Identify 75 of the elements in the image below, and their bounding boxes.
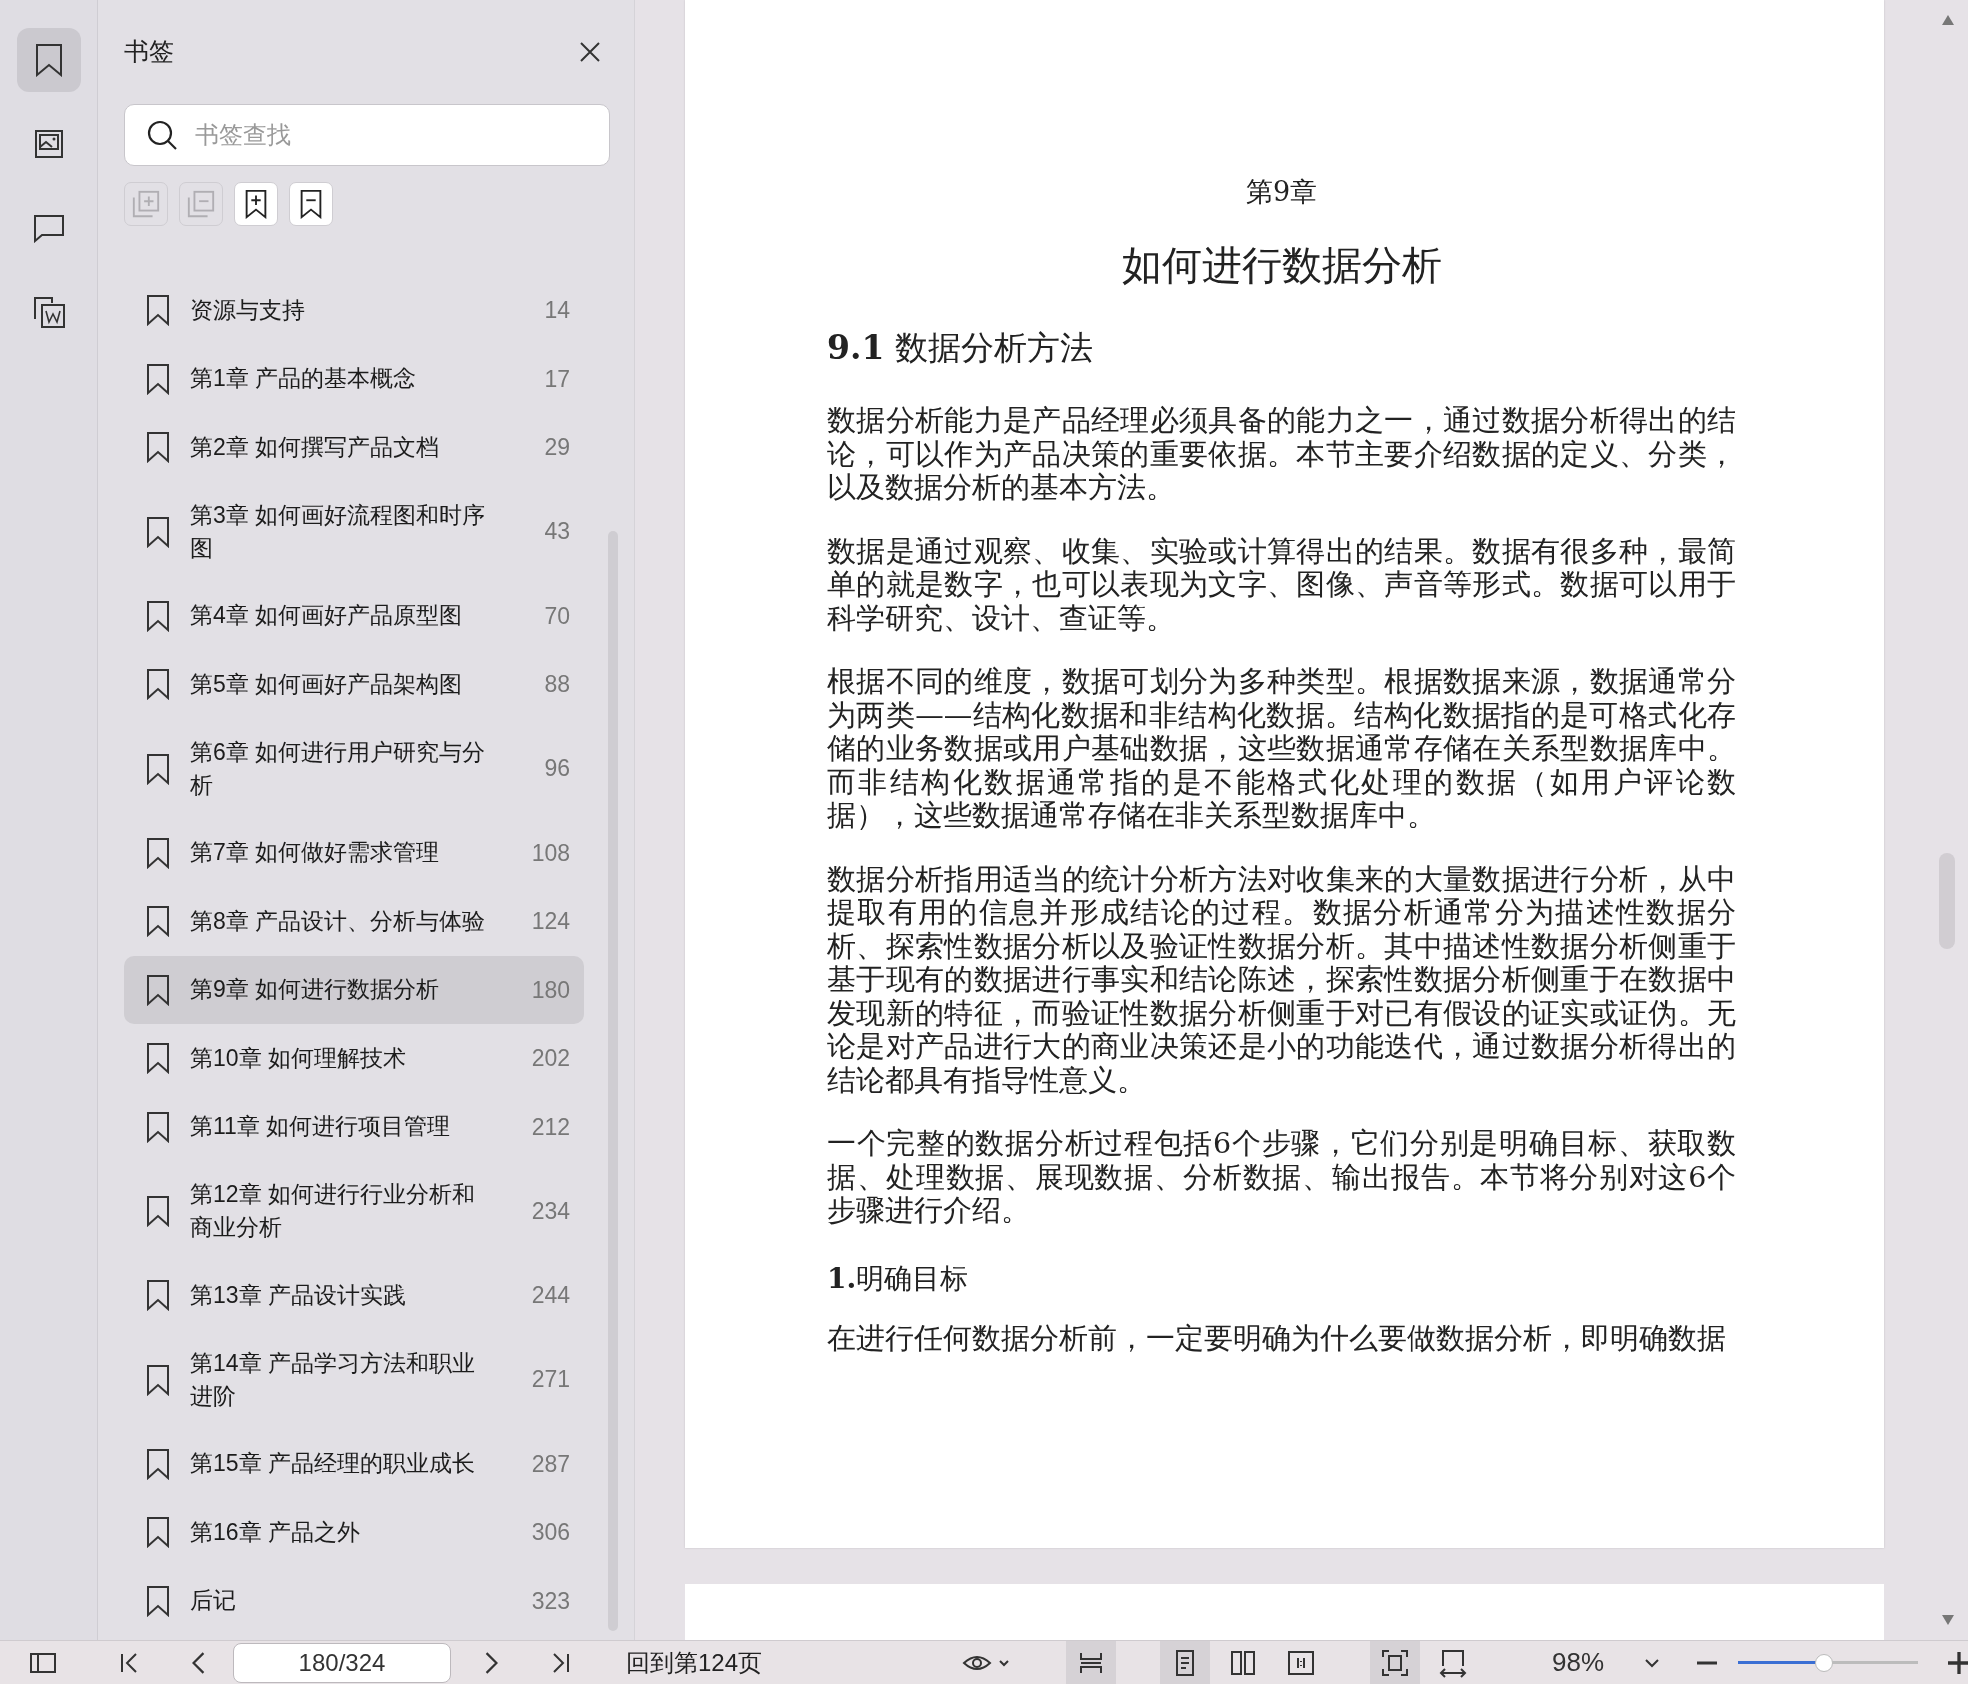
- bookmark-icon: [146, 1584, 170, 1617]
- bookmark-item[interactable]: 第4章 如何画好产品原型图 70: [124, 581, 584, 650]
- bookmark-icon: [146, 1279, 170, 1312]
- bookmark-icon: [146, 294, 170, 327]
- remove-bookmark-button[interactable]: [289, 182, 333, 226]
- bookmark-icon: [146, 1447, 170, 1480]
- bookmark-item[interactable]: 第14章 产品学习方法和职业进阶 271: [124, 1329, 584, 1430]
- bookmark-icon: [146, 973, 170, 1006]
- bookmark-item[interactable]: 第10章 如何理解技术 202: [124, 1024, 584, 1093]
- bookmark-item[interactable]: 第8章 产品设计、分析与体验 124: [124, 887, 584, 956]
- bookmark-icon: [146, 1110, 170, 1143]
- bookmark-item[interactable]: 第13章 产品设计实践 244: [124, 1261, 584, 1330]
- bookmark-item[interactable]: 第7章 如何做好需求管理 108: [124, 818, 584, 887]
- close-icon: [578, 40, 602, 64]
- body-paragraph: 一个完整的数据分析过程包括6个步骤，它们分别是明确目标、获取数据、处理数据、展现数据、分析数据、输出报告。本节将分别对这6个步骤进行介绍。: [827, 1127, 1736, 1228]
- body-paragraph: 根据不同的维度，数据可划分为多种类型。根据数据来源，数据通常分为两类——结构化数据和非结构化数据。结构化数据指的是可格式化存储的业务数据或用户基础数据，这些数据通常存储在关系型数据库中。而非结构化数据通常指的是不能格式化处理的数据（如用户评论数据），这些数据通常存储在非关系型数据库中。: [827, 665, 1736, 833]
- chapter-label: 第9章: [1244, 175, 1319, 209]
- image-icon: [33, 129, 64, 159]
- document-icon: [31, 295, 66, 329]
- bookmark-item[interactable]: 第12章 如何进行行业分析和商业分析 234: [124, 1161, 584, 1261]
- bookmark-item[interactable]: 第5章 如何画好产品架构图 88: [124, 650, 584, 719]
- fit-page-button[interactable]: [1370, 1640, 1421, 1684]
- bookmark-item[interactable]: 资源与支持 14: [124, 276, 584, 345]
- page-number-field[interactable]: 180/324: [233, 1642, 451, 1683]
- search-field[interactable]: 书签查找: [124, 104, 610, 166]
- body-paragraph: 数据是通过观察、收集、实验或计算得出的结果。数据有很多种，最简单的就是数字，也可以表现为文字、图像、声音等形式。数据可以用于科学研究、设计、查证等。: [827, 534, 1736, 635]
- previous-icon: [192, 1651, 205, 1674]
- body-paragraph: 数据分析指用适当的统计分析方法对收集来的大量数据进行分析，从中提取有用的信息并形成结论的过程。数据分析通常分为描述性数据分析、探索性数据分析以及验证性数据分析。其中描述性数据分析侧重于基于现有的数据进行事实和结论陈述，探索性数据分析侧重于在数据中发现新的特征，而验证性数据分析侧重于对已有假设的证实或证伪。无论是对产品进行大的商业决策还是小的功能迭代，通过数据分析得出的结论都具有指导性意义。: [827, 862, 1736, 1097]
- collapse-all-icon: [186, 189, 216, 219]
- bookmark-item[interactable]: 第3章 如何画好流程图和时序图 43: [124, 481, 584, 582]
- bookmark-icon: [146, 1042, 170, 1075]
- bookmark-item[interactable]: 后记 323: [124, 1566, 584, 1635]
- panel-title: 书签: [124, 36, 174, 68]
- plus-icon: [1948, 1651, 1968, 1674]
- body-paragraph: 数据分析能力是产品经理必须具备的能力之一，通过数据分析得出的结论，可以作为产品决策的重要依据。本节主要介绍数据的定义、分类，以及数据分析的基本方法。: [827, 404, 1736, 505]
- scroll-down-icon[interactable]: [1941, 1614, 1955, 1626]
- continuous-scroll-button[interactable]: [1066, 1640, 1117, 1684]
- add-bookmark-button[interactable]: [234, 182, 278, 226]
- bookmark-item[interactable]: 第1章 产品的基本概念 17: [124, 344, 584, 413]
- bookmark-icon: [146, 1363, 170, 1396]
- scroll-up-icon[interactable]: [1941, 14, 1955, 26]
- bookmark-icon: [146, 836, 170, 869]
- section-heading: 9.1 数据分析方法: [827, 326, 1094, 369]
- bookmark-icon: [146, 362, 170, 395]
- subsection-heading: 1.明确目标: [827, 1260, 970, 1297]
- comment-icon: [31, 213, 66, 243]
- search-icon: [146, 119, 178, 151]
- slider-thumb[interactable]: [1815, 1653, 1834, 1672]
- bookmark-icon: [146, 1195, 170, 1227]
- zoom-dropdown[interactable]: 98%: [1546, 1642, 1667, 1683]
- bookmark-icon: [146, 905, 170, 938]
- single-page-button[interactable]: [1160, 1640, 1211, 1684]
- bookmark-icon: [146, 668, 170, 701]
- bookmark-icon: [146, 431, 170, 464]
- bookmark-item[interactable]: 第16章 产品之外 306: [124, 1498, 584, 1567]
- bookmark-icon: [146, 1516, 170, 1549]
- bookmark-item[interactable]: 第2章 如何撰写产品文档 29: [124, 413, 584, 482]
- bookmark-icon: [146, 599, 170, 632]
- expand-all-icon: [131, 189, 161, 219]
- bookmark-icon: [146, 752, 170, 785]
- bookmark-icon: [33, 43, 64, 77]
- bookmark-item[interactable]: 第6章 如何进行用户研究与分析 96: [124, 718, 584, 819]
- sidebar-tab[interactable]: [16, 28, 81, 92]
- fit-width-icon: [1438, 1647, 1469, 1678]
- bookmark-item[interactable]: 第15章 产品经理的职业成长 287: [124, 1429, 584, 1498]
- chapter-title: 如何进行数据分析: [1120, 240, 1443, 290]
- body-paragraph: 在进行任何数据分析前，一定要明确为什么要做数据分析，即明确数据: [827, 1321, 1727, 1355]
- bookmark-item[interactable]: 第11章 如何进行项目管理 212: [124, 1092, 584, 1161]
- bookmark-item[interactable]: 第9章 如何进行数据分析 180: [124, 955, 584, 1024]
- next-icon: [485, 1651, 498, 1674]
- fit-page-icon: [1380, 1647, 1411, 1678]
- bookmark-icon: [146, 515, 170, 548]
- back-to-page-link[interactable]: 回到第124页: [626, 1644, 763, 1681]
- minus-icon: [1696, 1660, 1719, 1665]
- caret-icon: [1644, 1657, 1661, 1668]
